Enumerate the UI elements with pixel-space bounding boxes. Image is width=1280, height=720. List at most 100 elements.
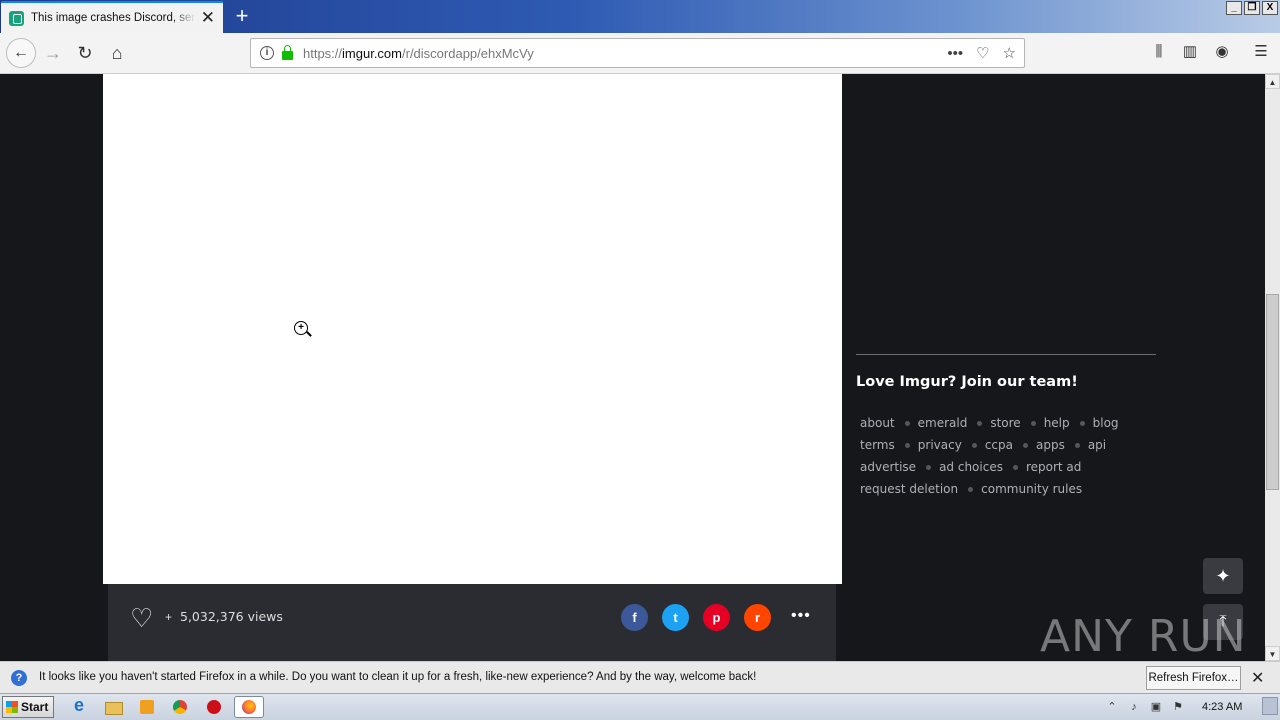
window-controls: _ ❐ X	[1226, 1, 1278, 15]
restore-button[interactable]: ❐	[1244, 1, 1260, 15]
separator-dot	[904, 420, 910, 426]
link-advertise[interactable]: advertise	[860, 460, 916, 474]
zoom-in-cursor-icon: +	[294, 321, 308, 335]
link-blog[interactable]: blog	[1093, 416, 1119, 430]
close-notification-icon[interactable]: ✕	[1251, 668, 1264, 688]
link-community-rules[interactable]: community rules	[981, 482, 1082, 496]
bookmark-star-icon[interactable]: ☆	[1003, 44, 1016, 62]
browser-tab[interactable]: This image crashes Discord, send it ✕	[1, 1, 223, 33]
media-player-icon[interactable]	[136, 697, 158, 717]
tray-expand-icon[interactable]: ⌃	[1104, 700, 1120, 714]
reload-button[interactable]: ↻	[71, 39, 99, 67]
question-icon: ?	[11, 670, 27, 686]
opera-icon[interactable]	[203, 697, 225, 717]
sparkle-icon: ✦	[1215, 566, 1231, 586]
link-emerald[interactable]: emerald	[918, 416, 968, 430]
show-desktop-button[interactable]	[1262, 697, 1278, 715]
address-bar[interactable]: i https://imgur.com/r/discordapp/ehxMcVy…	[250, 38, 1025, 68]
site-info-icon[interactable]: i	[260, 46, 274, 60]
back-button[interactable]: ←	[6, 38, 36, 68]
join-team-heading[interactable]: Love Imgur? Join our team!	[856, 374, 1078, 390]
action-center-flag-icon[interactable]: ⚑	[1170, 700, 1186, 714]
reddit-share-icon[interactable]: r	[744, 604, 771, 631]
browser-tab-bar: This image crashes Discord, send it ✕ + …	[0, 0, 1280, 33]
chrome-icon[interactable]	[169, 697, 191, 717]
account-icon[interactable]: ◉	[1213, 43, 1231, 61]
separator-dot	[904, 442, 910, 448]
link-report-ad[interactable]: report ad	[1026, 460, 1081, 474]
library-icon[interactable]: ⫼	[1150, 43, 1168, 61]
link-ad-choices[interactable]: ad choices	[939, 460, 1003, 474]
reload-icon: ↻	[77, 42, 93, 63]
url-host: imgur.com	[342, 45, 402, 61]
sparkle-button[interactable]: ✦	[1203, 558, 1243, 594]
link-row: terms privacy ccpa apps api	[860, 434, 1160, 456]
more-options-icon[interactable]: •••	[791, 607, 811, 625]
link-apps[interactable]: apps	[1036, 438, 1065, 452]
minimize-button[interactable]: _	[1226, 1, 1242, 15]
system-tray: ⌃ ♪ ▣ ⚑ 4:23 AM	[1104, 696, 1278, 718]
separator-dot	[1022, 442, 1028, 448]
imgur-favicon-icon	[9, 10, 24, 26]
url-path: /r/discordapp/ehxMcVy	[402, 45, 534, 61]
network-icon[interactable]: ▣	[1148, 700, 1164, 714]
link-about[interactable]: about	[860, 416, 895, 430]
separator-dot	[926, 464, 932, 470]
link-row: request deletion community rules	[860, 478, 1160, 500]
back-arrow-icon: ←	[13, 44, 29, 61]
link-request-deletion[interactable]: request deletion	[860, 482, 958, 496]
post-actions-bar: ♡ + 5,032,376 views f t p r •••	[108, 584, 836, 661]
scroll-down-arrow-icon[interactable]: ▼	[1265, 646, 1280, 661]
start-button[interactable]: Start	[2, 696, 54, 718]
internet-explorer-icon[interactable]	[69, 695, 91, 717]
tab-title: This image crashes Discord, send it	[31, 12, 196, 24]
link-row: advertise ad choices report ad	[860, 456, 1160, 478]
url-text[interactable]: https://imgur.com/r/discordapp/ehxMcVy	[303, 46, 534, 61]
anyrun-watermark: ANY RUN	[1040, 611, 1247, 661]
post-image[interactable]: +	[103, 74, 842, 584]
page-content: + ♡ + 5,032,376 views f t p r ••• Love I…	[0, 74, 1265, 661]
link-ccpa[interactable]: ccpa	[985, 438, 1013, 452]
url-scheme: https://	[303, 45, 343, 61]
forward-button[interactable]: →	[39, 39, 67, 67]
link-store[interactable]: store	[990, 416, 1020, 430]
close-window-button[interactable]: X	[1262, 1, 1278, 15]
link-api[interactable]: api	[1088, 438, 1106, 452]
pinterest-share-icon[interactable]: p	[703, 604, 730, 631]
navigation-bar: ← → ↻ ⌂ i https://imgur.com/r/discordapp…	[0, 33, 1280, 74]
tab-close-icon[interactable]: ✕	[201, 8, 215, 28]
favorite-plus[interactable]: +	[165, 610, 172, 624]
url-actions: ••• ♡ ☆	[947, 44, 1016, 63]
separator-dot	[968, 486, 974, 492]
separator-dot	[1030, 420, 1036, 426]
firefox-taskbar-button[interactable]	[234, 696, 264, 718]
file-explorer-icon[interactable]	[102, 697, 124, 717]
pocket-icon[interactable]: ♡	[976, 44, 989, 62]
sidebar-toggle-icon[interactable]: ▥	[1181, 43, 1199, 61]
twitter-share-icon[interactable]: t	[662, 604, 689, 631]
volume-icon[interactable]: ♪	[1126, 700, 1142, 714]
scrollbar-thumb[interactable]	[1266, 294, 1279, 490]
menu-icon[interactable]: ☰	[1252, 43, 1270, 61]
new-tab-button[interactable]: +	[230, 3, 254, 29]
forward-arrow-icon: →	[44, 42, 62, 63]
separator-dot	[1012, 464, 1018, 470]
link-terms[interactable]: terms	[860, 438, 895, 452]
scroll-up-arrow-icon[interactable]: ▲	[1265, 74, 1280, 89]
heart-icon[interactable]: ♡	[130, 603, 153, 633]
home-button[interactable]: ⌂	[103, 39, 131, 67]
link-row: about emerald store help blog	[860, 412, 1160, 434]
facebook-share-icon[interactable]: f	[621, 604, 648, 631]
clock[interactable]: 4:23 AM	[1202, 701, 1242, 713]
refresh-firefox-button[interactable]: Refresh Firefox…	[1146, 666, 1241, 690]
separator-dot	[1079, 420, 1085, 426]
separator-dot	[971, 442, 977, 448]
lock-icon[interactable]	[282, 44, 293, 60]
home-icon: ⌂	[111, 42, 123, 63]
page-actions-icon[interactable]: •••	[947, 45, 963, 62]
sidebar-divider	[856, 354, 1156, 355]
link-help[interactable]: help	[1044, 416, 1070, 430]
link-privacy[interactable]: privacy	[918, 438, 962, 452]
vertical-scrollbar[interactable]: ▲ ▼	[1265, 74, 1280, 661]
footer-links: about emerald store help blog terms priv…	[860, 412, 1160, 500]
